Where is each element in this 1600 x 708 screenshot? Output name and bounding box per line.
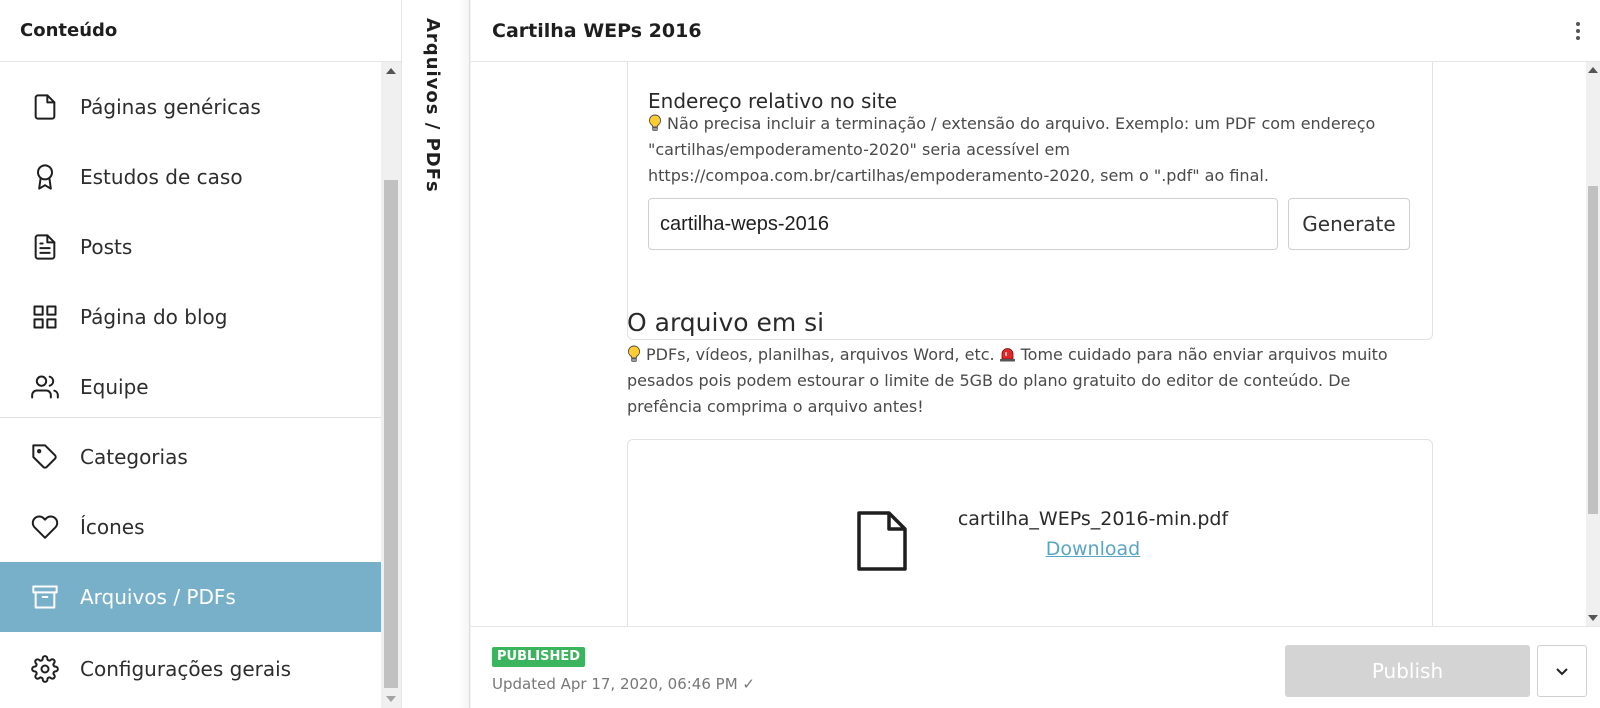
pane-shadow: [458, 0, 472, 708]
slug-field-hint: Não precisa incluir a terminação / exten…: [648, 114, 1376, 185]
generate-button[interactable]: Generate: [1288, 198, 1410, 250]
document-title: Cartilha WEPs 2016: [492, 19, 702, 42]
siren-icon: [999, 348, 1015, 362]
updated-timestamp: Updated Apr 17, 2020, 06:46 PM ✓: [492, 675, 755, 693]
publish-menu-button[interactable]: [1537, 645, 1587, 697]
sidebar-item-label: Arquivos / PDFs: [80, 585, 236, 609]
sidebar-item-categorias[interactable]: Categorias: [0, 422, 381, 492]
sidebar-item-pagina-do-blog[interactable]: Página do blog: [0, 282, 381, 352]
file-text-icon: [30, 232, 60, 262]
settings-icon: [30, 654, 60, 684]
file-card: cartilha_WEPs_2016-min.pdf Download: [627, 439, 1433, 626]
scroll-up-arrow[interactable]: [386, 68, 396, 74]
file-name: cartilha_WEPs_2016-min.pdf: [957, 508, 1229, 530]
scroll-up-arrow[interactable]: [1588, 67, 1598, 73]
collapsed-pane-title: Arquivos / PDFs: [422, 18, 443, 193]
file-section-title: O arquivo em si: [627, 308, 825, 337]
sidebar-item-label: Página do blog: [80, 305, 228, 329]
status-badge: PUBLISHED: [492, 647, 586, 667]
sidebar-item-estudos-de-caso[interactable]: Estudos de caso: [0, 142, 381, 212]
tag-icon: [30, 442, 60, 472]
sidebar-item-label: Estudos de caso: [80, 165, 243, 189]
sidebar-item-label: Páginas genéricas: [80, 95, 261, 119]
file-section-hint: PDFs, vídeos, planilhas, arquivos Word, …: [627, 345, 1388, 416]
sidebar-title: Conteúdo: [0, 0, 401, 62]
sidebar: Conteúdo Páginas genéricas Estudos de ca…: [0, 0, 402, 708]
heart-icon: [30, 512, 60, 542]
sidebar-item-icones[interactable]: Ícones: [0, 492, 381, 562]
publish-button[interactable]: Publish: [1285, 645, 1530, 697]
document-editor: Cartilha WEPs 2016 Endereço relativo no …: [471, 0, 1600, 708]
scroll-thumb[interactable]: [384, 180, 398, 688]
sidebar-item-label: Posts: [80, 235, 133, 259]
sidebar-nav: Páginas genéricas Estudos de caso Posts …: [0, 62, 381, 708]
editor-content: Endereço relativo no site Não precisa in…: [471, 62, 1600, 626]
file-icon: [30, 92, 60, 122]
more-options-icon[interactable]: [1570, 18, 1586, 44]
users-icon: [30, 372, 60, 402]
sidebar-scrollbar[interactable]: [381, 62, 401, 708]
editor-footer: PUBLISHED Updated Apr 17, 2020, 06:46 PM…: [471, 626, 1600, 708]
sidebar-item-arquivos-pdfs[interactable]: Arquivos / PDFs: [0, 562, 381, 632]
slug-field-card: Endereço relativo no site Não precisa in…: [627, 62, 1433, 340]
sidebar-item-label: Ícones: [80, 515, 145, 539]
slug-field-label: Endereço relativo no site: [648, 89, 898, 113]
lightbulb-icon: [628, 345, 640, 362]
download-link[interactable]: Download: [1046, 538, 1140, 560]
sidebar-item-label: Equipe: [80, 375, 149, 399]
sidebar-item-equipe[interactable]: Equipe: [0, 352, 381, 422]
slug-input[interactable]: [648, 198, 1278, 250]
sidebar-item-label: Configurações gerais: [80, 657, 292, 681]
sidebar-item-paginas-genericas[interactable]: Páginas genéricas: [0, 72, 381, 142]
scroll-thumb[interactable]: [1588, 186, 1598, 514]
archive-icon: [30, 582, 60, 612]
sidebar-item-posts[interactable]: Posts: [0, 212, 381, 282]
chevron-down-icon: [1556, 668, 1568, 676]
sidebar-item-configuracoes-gerais[interactable]: Configurações gerais: [0, 634, 381, 704]
editor-scrollbar[interactable]: [1586, 62, 1600, 626]
editor-header: Cartilha WEPs 2016: [471, 0, 1600, 62]
sidebar-item-label: Categorias: [80, 445, 188, 469]
grid-icon: [30, 302, 60, 332]
award-icon: [30, 162, 60, 192]
lightbulb-icon: [649, 114, 661, 131]
scroll-down-arrow[interactable]: [386, 696, 396, 702]
scroll-down-arrow[interactable]: [1588, 615, 1598, 621]
